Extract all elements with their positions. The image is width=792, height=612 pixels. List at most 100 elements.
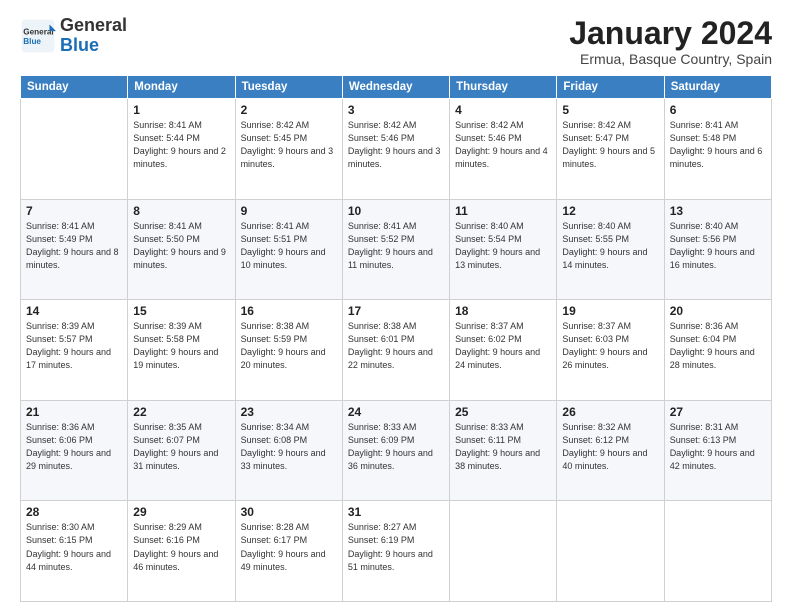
day-cell-w2-d3: 10Sunrise: 8:41 AM Sunset: 5:52 PM Dayli… xyxy=(342,199,449,300)
day-number: 6 xyxy=(670,103,766,117)
day-number: 28 xyxy=(26,505,122,519)
day-cell-w5-d3: 31Sunrise: 8:27 AM Sunset: 6:19 PM Dayli… xyxy=(342,501,449,602)
day-cell-w4-d6: 27 Sunrise: 8:31 AM Sunset: 6:13 PM Dayli… xyxy=(664,400,771,501)
day-info: Sunrise: 8:33 AM Sunset: 6:09 PM Dayligh… xyxy=(348,421,444,473)
day-info: Sunrise: 8:37 AM Sunset: 6:02 PM Dayligh… xyxy=(455,320,551,372)
logo-general-text: General xyxy=(60,15,127,35)
day-info: Sunrise: 8:32 AM Sunset: 6:12 PM Dayligh… xyxy=(562,421,658,473)
day-info: Sunrise: 8:38 AM Sunset: 5:59 PM Dayligh… xyxy=(241,320,337,372)
day-number: 27 xyxy=(670,405,766,419)
day-cell-w5-d4 xyxy=(450,501,557,602)
day-cell-w4-d5: 26 Sunrise: 8:32 AM Sunset: 6:12 PM Dayli… xyxy=(557,400,664,501)
day-info: Sunrise: 8:40 AM Sunset: 5:54 PM Dayligh… xyxy=(455,220,551,272)
day-number: 15 xyxy=(133,304,229,318)
day-cell-w3-d0: 14 Sunrise: 8:39 AM Sunset: 5:57 PM Dayli… xyxy=(21,300,128,401)
svg-text:General: General xyxy=(23,27,53,36)
logo: General Blue General Blue xyxy=(20,16,127,56)
day-info: Sunrise: 8:28 AM Sunset: 6:17 PM Dayligh… xyxy=(241,521,337,573)
day-info: Sunrise: 8:39 AM Sunset: 5:58 PM Dayligh… xyxy=(133,320,229,372)
day-cell-w2-d6: 13Sunrise: 8:40 AM Sunset: 5:56 PM Dayli… xyxy=(664,199,771,300)
calendar-table: Sunday Monday Tuesday Wednesday Thursday… xyxy=(20,75,772,602)
header: General Blue General Blue January 2024 E… xyxy=(20,16,772,67)
day-info: Sunrise: 8:33 AM Sunset: 6:11 PM Dayligh… xyxy=(455,421,551,473)
day-info: Sunrise: 8:39 AM Sunset: 5:57 PM Dayligh… xyxy=(26,320,122,372)
logo-wordmark: General Blue xyxy=(60,16,127,56)
day-number: 12 xyxy=(562,204,658,218)
day-cell-w1-d0 xyxy=(21,99,128,200)
day-info: Sunrise: 8:36 AM Sunset: 6:06 PM Dayligh… xyxy=(26,421,122,473)
day-cell-w4-d1: 22 Sunrise: 8:35 AM Sunset: 6:07 PM Dayli… xyxy=(128,400,235,501)
day-number: 22 xyxy=(133,405,229,419)
day-number: 21 xyxy=(26,405,122,419)
day-cell-w3-d1: 15 Sunrise: 8:39 AM Sunset: 5:58 PM Dayli… xyxy=(128,300,235,401)
day-number: 4 xyxy=(455,103,551,117)
day-info: Sunrise: 8:27 AM Sunset: 6:19 PM Dayligh… xyxy=(348,521,444,573)
day-info: Sunrise: 8:40 AM Sunset: 5:56 PM Dayligh… xyxy=(670,220,766,272)
header-tuesday: Tuesday xyxy=(235,76,342,99)
day-number: 8 xyxy=(133,204,229,218)
day-number: 29 xyxy=(133,505,229,519)
week-row-1: 1 Sunrise: 8:41 AM Sunset: 5:44 PM Daylig… xyxy=(21,99,772,200)
day-cell-w1-d5: 5Sunrise: 8:42 AM Sunset: 5:47 PM Daylig… xyxy=(557,99,664,200)
day-cell-w3-d6: 20Sunrise: 8:36 AM Sunset: 6:04 PM Dayli… xyxy=(664,300,771,401)
day-info: Sunrise: 8:38 AM Sunset: 6:01 PM Dayligh… xyxy=(348,320,444,372)
header-thursday: Thursday xyxy=(450,76,557,99)
day-number: 3 xyxy=(348,103,444,117)
calendar-location: Ermua, Basque Country, Spain xyxy=(569,51,772,67)
day-info: Sunrise: 8:42 AM Sunset: 5:46 PM Dayligh… xyxy=(348,119,444,171)
day-info: Sunrise: 8:42 AM Sunset: 5:45 PM Dayligh… xyxy=(241,119,337,171)
day-number: 14 xyxy=(26,304,122,318)
day-cell-w3-d3: 17Sunrise: 8:38 AM Sunset: 6:01 PM Dayli… xyxy=(342,300,449,401)
day-cell-w1-d4: 4 Sunrise: 8:42 AM Sunset: 5:46 PM Daylig… xyxy=(450,99,557,200)
header-monday: Monday xyxy=(128,76,235,99)
week-row-3: 14 Sunrise: 8:39 AM Sunset: 5:57 PM Dayli… xyxy=(21,300,772,401)
header-wednesday: Wednesday xyxy=(342,76,449,99)
day-number: 30 xyxy=(241,505,337,519)
day-info: Sunrise: 8:42 AM Sunset: 5:46 PM Dayligh… xyxy=(455,119,551,171)
header-friday: Friday xyxy=(557,76,664,99)
day-number: 25 xyxy=(455,405,551,419)
day-number: 19 xyxy=(562,304,658,318)
day-info: Sunrise: 8:31 AM Sunset: 6:13 PM Dayligh… xyxy=(670,421,766,473)
day-number: 2 xyxy=(241,103,337,117)
day-cell-w4-d2: 23Sunrise: 8:34 AM Sunset: 6:08 PM Dayli… xyxy=(235,400,342,501)
day-info: Sunrise: 8:41 AM Sunset: 5:44 PM Dayligh… xyxy=(133,119,229,171)
day-info: Sunrise: 8:41 AM Sunset: 5:50 PM Dayligh… xyxy=(133,220,229,272)
day-cell-w3-d4: 18 Sunrise: 8:37 AM Sunset: 6:02 PM Dayli… xyxy=(450,300,557,401)
day-number: 9 xyxy=(241,204,337,218)
day-cell-w1-d1: 1 Sunrise: 8:41 AM Sunset: 5:44 PM Daylig… xyxy=(128,99,235,200)
days-header-row: Sunday Monday Tuesday Wednesday Thursday… xyxy=(21,76,772,99)
day-number: 23 xyxy=(241,405,337,419)
header-sunday: Sunday xyxy=(21,76,128,99)
day-number: 20 xyxy=(670,304,766,318)
day-cell-w2-d1: 8 Sunrise: 8:41 AM Sunset: 5:50 PM Daylig… xyxy=(128,199,235,300)
day-number: 1 xyxy=(133,103,229,117)
week-row-4: 21 Sunrise: 8:36 AM Sunset: 6:06 PM Dayli… xyxy=(21,400,772,501)
day-number: 10 xyxy=(348,204,444,218)
day-info: Sunrise: 8:37 AM Sunset: 6:03 PM Dayligh… xyxy=(562,320,658,372)
day-cell-w4-d0: 21 Sunrise: 8:36 AM Sunset: 6:06 PM Dayli… xyxy=(21,400,128,501)
day-cell-w5-d0: 28 Sunrise: 8:30 AM Sunset: 6:15 PM Dayli… xyxy=(21,501,128,602)
day-number: 24 xyxy=(348,405,444,419)
title-block: January 2024 Ermua, Basque Country, Spai… xyxy=(569,16,772,67)
day-cell-w5-d6 xyxy=(664,501,771,602)
day-number: 26 xyxy=(562,405,658,419)
day-cell-w5-d5 xyxy=(557,501,664,602)
day-cell-w2-d0: 7Sunrise: 8:41 AM Sunset: 5:49 PM Daylig… xyxy=(21,199,128,300)
day-cell-w4-d3: 24 Sunrise: 8:33 AM Sunset: 6:09 PM Dayli… xyxy=(342,400,449,501)
day-cell-w3-d5: 19 Sunrise: 8:37 AM Sunset: 6:03 PM Dayli… xyxy=(557,300,664,401)
day-number: 11 xyxy=(455,204,551,218)
day-cell-w1-d2: 2 Sunrise: 8:42 AM Sunset: 5:45 PM Daylig… xyxy=(235,99,342,200)
week-row-5: 28 Sunrise: 8:30 AM Sunset: 6:15 PM Dayli… xyxy=(21,501,772,602)
day-info: Sunrise: 8:41 AM Sunset: 5:48 PM Dayligh… xyxy=(670,119,766,171)
day-info: Sunrise: 8:40 AM Sunset: 5:55 PM Dayligh… xyxy=(562,220,658,272)
week-row-2: 7Sunrise: 8:41 AM Sunset: 5:49 PM Daylig… xyxy=(21,199,772,300)
day-cell-w1-d3: 3 Sunrise: 8:42 AM Sunset: 5:46 PM Daylig… xyxy=(342,99,449,200)
day-info: Sunrise: 8:42 AM Sunset: 5:47 PM Dayligh… xyxy=(562,119,658,171)
day-info: Sunrise: 8:30 AM Sunset: 6:15 PM Dayligh… xyxy=(26,521,122,573)
day-number: 18 xyxy=(455,304,551,318)
day-cell-w5-d2: 30 Sunrise: 8:28 AM Sunset: 6:17 PM Dayli… xyxy=(235,501,342,602)
day-cell-w4-d4: 25 Sunrise: 8:33 AM Sunset: 6:11 PM Dayli… xyxy=(450,400,557,501)
day-info: Sunrise: 8:35 AM Sunset: 6:07 PM Dayligh… xyxy=(133,421,229,473)
page: General Blue General Blue January 2024 E… xyxy=(0,0,792,612)
